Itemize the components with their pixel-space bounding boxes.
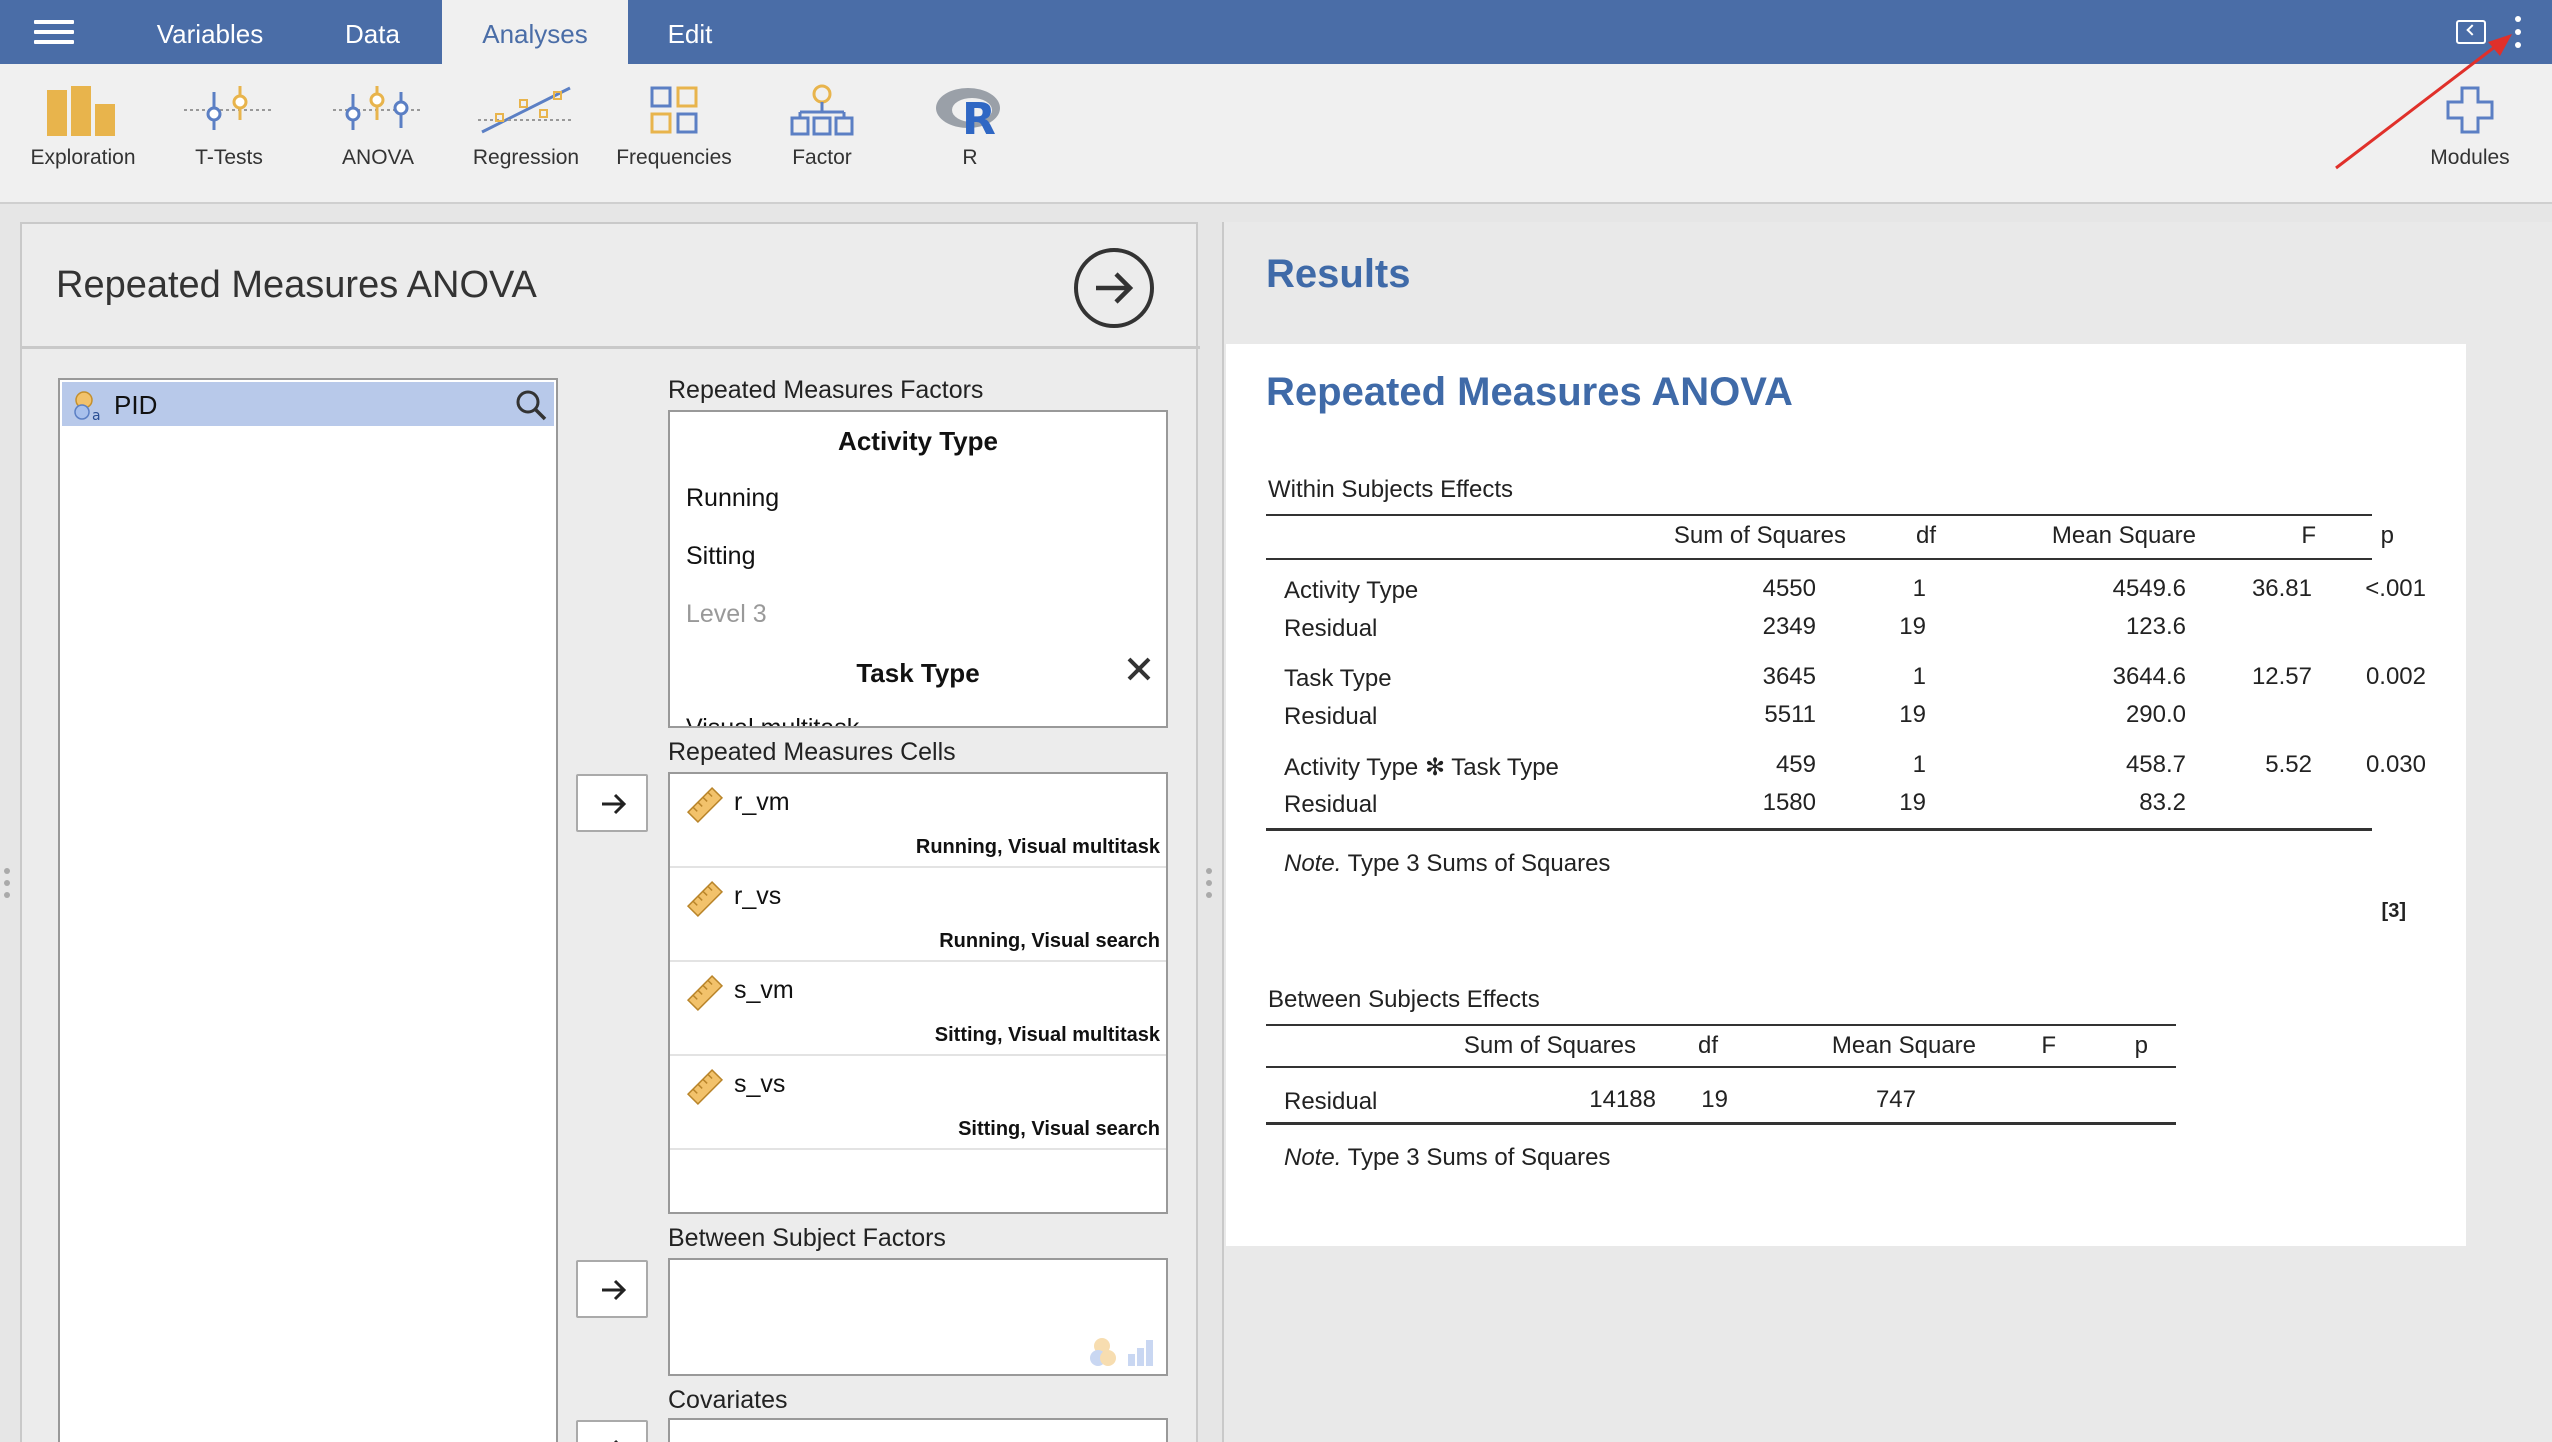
between-header-df: df [1697,1032,1718,1059]
rm-cell-s-vm[interactable]: s_vm Sitting, Visual multitask [670,962,1166,1056]
options-title: Repeated Measures ANOVA [56,264,537,306]
rm-factors-box[interactable]: Activity Type Running Sitting Level 3 Ta… [668,410,1168,728]
remove-factor-icon[interactable] [1126,656,1152,682]
continuous-variable-icon [686,880,724,918]
within-header-p: p [2380,522,2394,549]
tab-data[interactable]: Data [310,0,435,64]
hamburger-menu-icon[interactable] [34,20,74,44]
left-resize-handle[interactable] [4,868,10,898]
run-analysis-button[interactable] [1074,248,1154,328]
table-rule [1266,558,2372,560]
factor-types-icon [1090,1338,1153,1366]
rm-factor-name-1[interactable]: Activity Type [670,426,1166,457]
svg-text:R: R [962,94,996,136]
rm-factor-level[interactable]: Running [686,484,779,513]
search-icon[interactable] [514,388,548,422]
rm-factor-name-2[interactable]: Task Type [670,658,1166,689]
within-header-ss: Sum of Squares [1673,522,1846,549]
continuous-variable-icon [686,974,724,1012]
arrow-right-icon [1096,272,1134,304]
rm-cells-label: Repeated Measures Cells [668,738,956,766]
rm-factor-level[interactable]: Visual multitask [686,714,859,726]
between-table-caption: Between Subjects Effects [1268,986,1540,1013]
between-header-f: F [2041,1032,2056,1059]
factor-icon [790,84,854,136]
between-factors-label: Between Subject Factors [668,1224,946,1252]
within-table-note: Note. Type 3 Sums of Squares [1284,850,1611,877]
available-variables-list[interactable]: a PID [58,378,558,1442]
ribbon-frequencies[interactable]: Frequencies [599,84,749,194]
svg-text:a: a [92,408,101,422]
covariates-box[interactable] [668,1418,1168,1442]
table-rule [1266,514,2372,516]
move-to-between-factors-button[interactable] [576,1260,648,1318]
within-header-df: df [1915,522,1936,549]
results-document: Repeated Measures ANOVA Within Subjects … [1226,344,2466,1246]
within-header-f: F [2301,522,2316,549]
variable-item-pid[interactable]: a PID [62,382,554,426]
regression-icon [478,86,574,134]
rm-cell-r-vs[interactable]: r_vs Running, Visual search [670,868,1166,962]
arrow-right-icon [614,1439,619,1442]
ribbon-anova[interactable]: ANOVA [303,84,453,194]
ribbon-regression[interactable]: Regression [451,84,601,194]
table-rule [1266,828,2372,831]
t-tests-icon [184,86,274,130]
within-header-ms: Mean Square [2051,522,2196,549]
tab-variables[interactable]: Variables [130,0,290,64]
rm-factors-label: Repeated Measures Factors [668,376,984,404]
ribbon-t-tests[interactable]: T-Tests [154,84,304,194]
between-factors-box[interactable] [668,1258,1168,1376]
table-rule [1266,1066,2176,1068]
move-to-covariates-button[interactable] [576,1420,648,1442]
options-divider [22,346,1200,349]
arrow-right-icon [602,1279,627,1301]
ribbon-exploration[interactable]: Exploration [8,84,158,194]
menu-bar: Variables Data Analyses Edit [0,0,2552,64]
ribbon-r[interactable]: R R [895,84,1045,194]
frequencies-icon [650,86,698,134]
arrow-right-icon [602,793,627,815]
between-header-p: p [2134,1032,2148,1059]
rm-factor-level[interactable]: Sitting [686,542,755,571]
results-heading: Results [1266,252,1411,296]
nominal-variable-icon: a [74,391,101,422]
annotation-arrow-icon [2335,34,2512,170]
rm-cells-box[interactable]: r_vm Running, Visual multitask r_vs Runn… [668,772,1168,1214]
move-to-rm-cells-button[interactable] [576,774,648,832]
panel-resize-handle[interactable] [1206,868,1212,898]
anova-results-title: Repeated Measures ANOVA [1266,370,1793,414]
reference-marker[interactable]: [3] [2316,900,2406,923]
ribbon-factor[interactable]: Factor [747,84,897,194]
table-rule [1266,1024,2176,1026]
tab-edit[interactable]: Edit [640,0,740,64]
continuous-variable-icon [686,786,724,824]
rm-cell-r-vm[interactable]: r_vm Running, Visual multitask [670,774,1166,868]
analysis-ribbon: Exploration T-Tests ANOVA Regression Fre… [0,64,2552,204]
covariates-label: Covariates [668,1386,788,1414]
exploration-icon [47,86,115,136]
between-header-ss: Sum of Squares [1463,1032,1636,1059]
tab-analyses[interactable]: Analyses [442,0,628,64]
rm-factor-level-placeholder[interactable]: Level 3 [686,600,767,629]
rm-cell-s-vs[interactable]: s_vs Sitting, Visual search [670,1056,1166,1150]
within-table-caption: Within Subjects Effects [1268,476,1513,503]
r-icon: R [936,88,1000,136]
results-panel: Results Repeated Measures ANOVA Within S… [1222,222,2552,1442]
between-table-note: Note. Type 3 Sums of Squares [1284,1144,1611,1171]
anova-icon [333,86,423,130]
analysis-options-panel: Repeated Measures ANOVA a PID Repeated M… [20,222,1200,1442]
continuous-variable-icon [686,1068,724,1106]
between-header-ms: Mean Square [1831,1032,1976,1059]
table-rule [1266,1122,2176,1125]
